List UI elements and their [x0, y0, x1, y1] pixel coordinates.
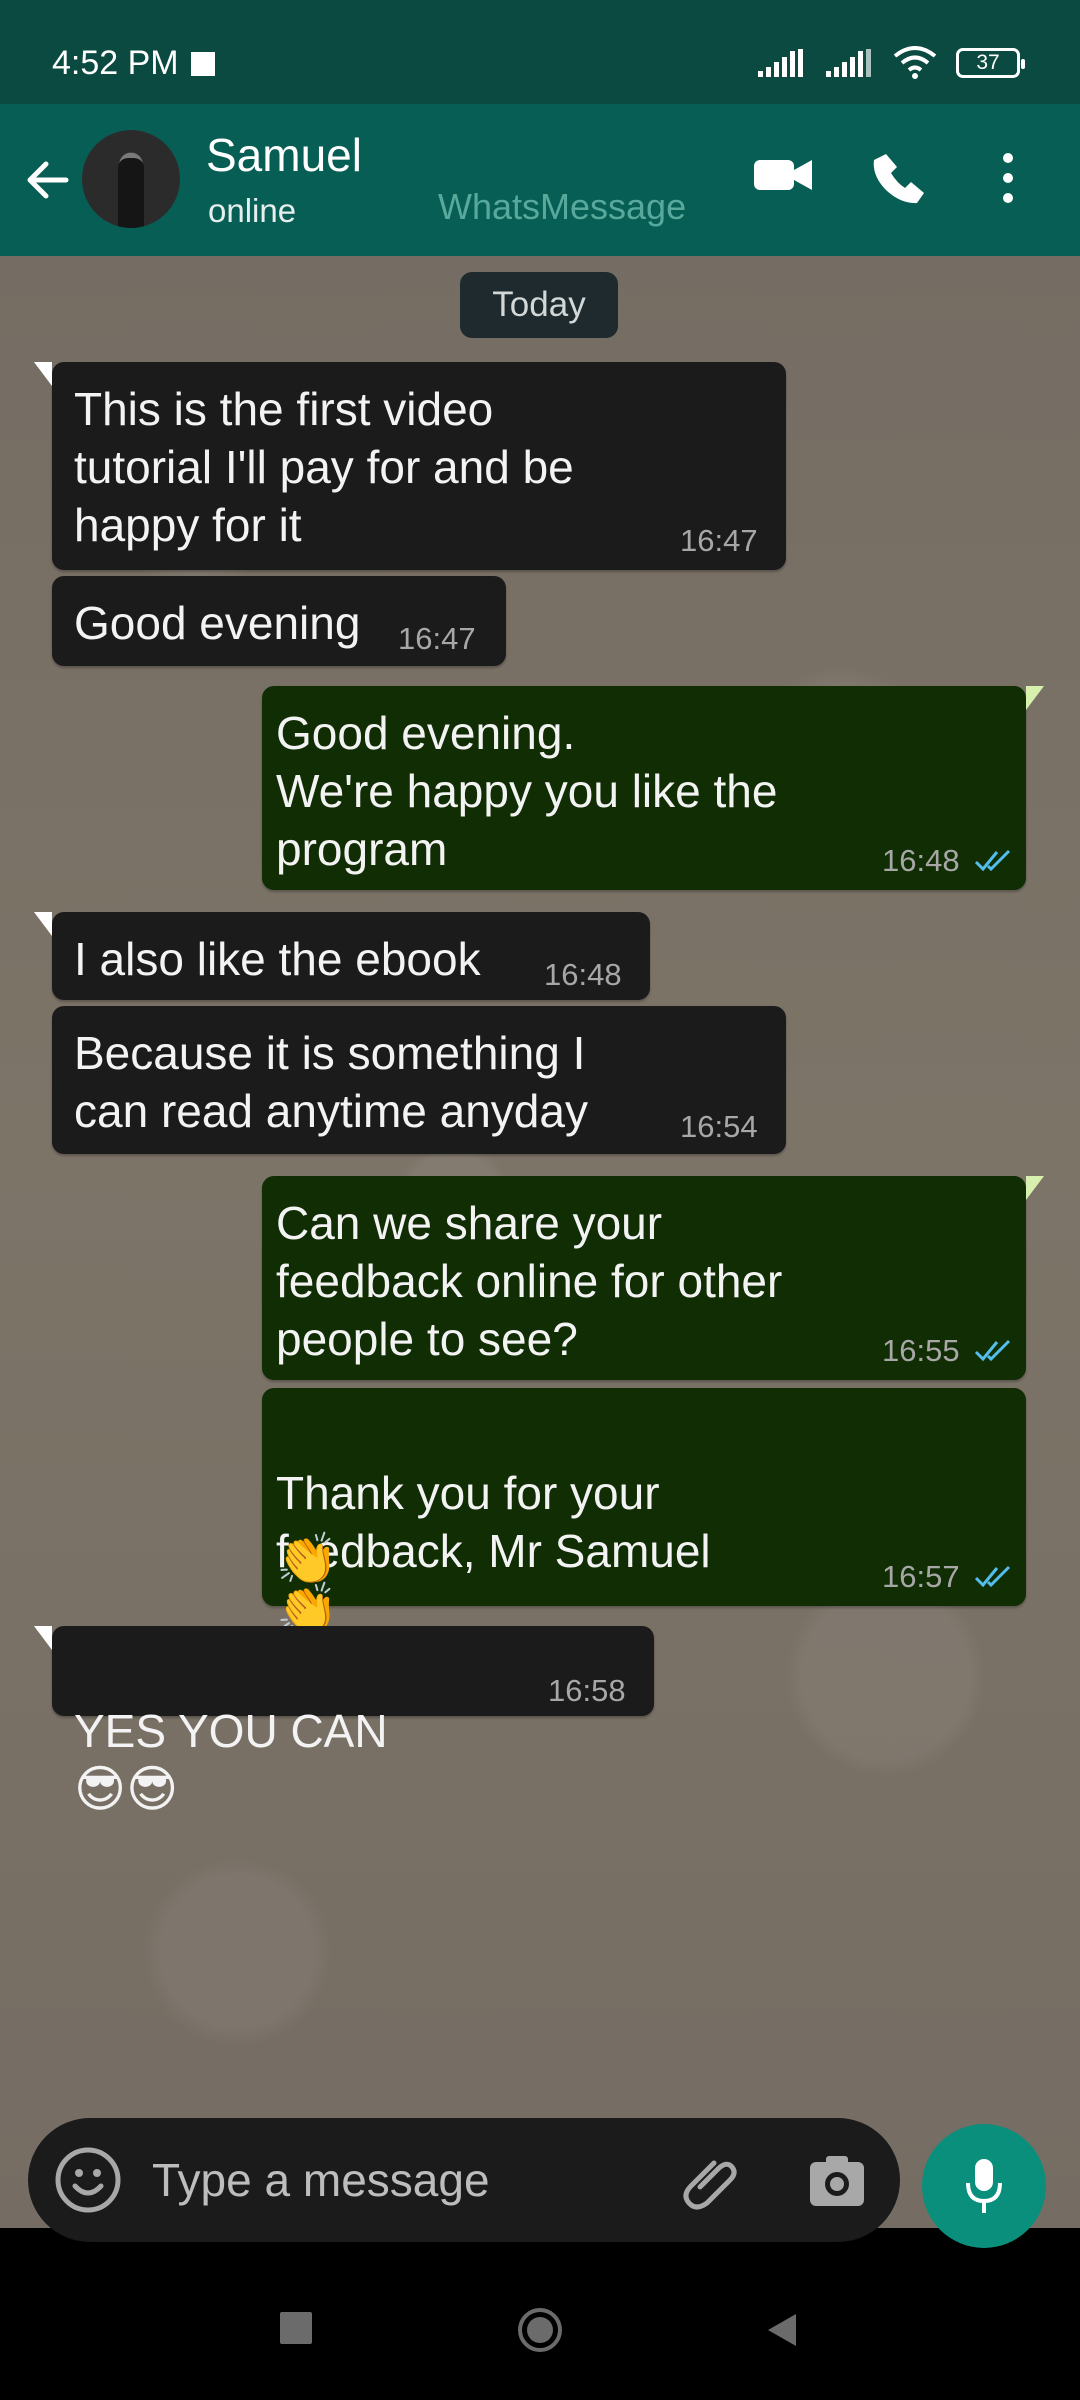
message-text-content: Thank you for your feedback, Mr Samuel [276, 1467, 711, 1577]
message-bubble-outgoing[interactable]: Thank you for your feedback, Mr Samuel 👏… [262, 1388, 1026, 1637]
camera-icon[interactable] [806, 2152, 868, 2212]
video-call-icon[interactable] [752, 150, 814, 200]
message-bubble-incoming[interactable]: This is the first video tutorial I'll pa… [34, 362, 786, 570]
message-time: 16:47 [680, 523, 758, 558]
message-bubble-outgoing[interactable]: Good evening. We're happy you like the p… [262, 686, 1044, 890]
message-text: This is the first video tutorial I'll pa… [74, 383, 574, 551]
chat-area[interactable]: Today This is the first video tutorial I… [0, 256, 1080, 2228]
message-time: 16:55 [882, 1333, 960, 1368]
message-text-content: YES YOU CAN [74, 1705, 388, 1757]
message-text: Because it is something I can read anyti… [74, 1027, 588, 1137]
sunglasses-emoji: 😎😎 [74, 1761, 179, 1817]
recent-apps-icon[interactable] [280, 2312, 312, 2344]
read-receipt-icon [974, 1339, 1011, 1362]
message-text: Good evening. We're happy you like the p… [276, 707, 778, 875]
message-time: 16:58 [548, 1673, 626, 1708]
contact-name[interactable]: Samuel [206, 128, 362, 182]
back-arrow-icon[interactable] [22, 150, 74, 210]
back-icon[interactable] [762, 2310, 802, 2350]
message-text: Good evening [74, 597, 361, 649]
message-bubble-incoming[interactable]: Good evening 16:47 [52, 576, 506, 666]
attachment-icon[interactable] [680, 2152, 740, 2212]
message-time: 16:54 [680, 1109, 758, 1144]
notification-square-icon [190, 51, 215, 76]
message-time: 16:48 [882, 843, 960, 878]
microphone-button[interactable] [922, 2124, 1046, 2248]
date-separator: Today [460, 272, 618, 338]
status-time: 4:52 PM [52, 44, 179, 82]
home-icon[interactable] [516, 2306, 564, 2354]
message-text: Can we share your feedback online for ot… [276, 1197, 783, 1365]
wifi-icon [893, 46, 937, 79]
battery-level: 37 [976, 51, 1000, 74]
signal-icon [826, 49, 871, 77]
microphone-icon [966, 2159, 1002, 2213]
message-composer [28, 2118, 900, 2242]
status-icons: 37 [756, 46, 1025, 80]
message-text: Thank you for your feedback, Mr Samuel 👏 [276, 1406, 836, 1639]
status-bar: 4:52 PM 37 [0, 0, 1080, 104]
chat-header: Samuel online WhatsMessage [0, 104, 1080, 256]
message-bubble-incoming[interactable]: YES YOU CAN 😎😎 16:58 [34, 1626, 654, 1817]
message-time: 16:57 [882, 1559, 960, 1594]
status-time-group: 4:52 PM [52, 44, 215, 83]
message-bubble-outgoing[interactable]: Can we share your feedback online for ot… [262, 1176, 1044, 1380]
message-input[interactable] [152, 2148, 612, 2212]
system-navigation-bar [0, 2268, 1080, 2400]
battery-icon: 37 [956, 48, 1025, 78]
message-time: 16:47 [398, 621, 476, 656]
more-vertical-icon[interactable] [986, 146, 1030, 210]
message-time: 16:48 [544, 957, 622, 992]
phone-icon[interactable] [870, 148, 928, 206]
emoji-icon[interactable] [54, 2146, 122, 2214]
message-text: I also like the ebook [74, 933, 481, 985]
message-bubble-incoming[interactable]: Because it is something I can read anyti… [52, 1006, 786, 1154]
clapping-hands-emoji: 👏 [276, 1531, 339, 1587]
signal-icon [758, 49, 803, 77]
avatar[interactable] [82, 130, 180, 228]
app-watermark: WhatsMessage [438, 186, 687, 227]
read-receipt-icon [974, 849, 1011, 872]
read-receipt-icon [974, 1565, 1011, 1588]
contact-status: online [208, 192, 297, 229]
message-text: YES YOU CAN 😎😎 [74, 1644, 388, 1819]
message-bubble-incoming[interactable]: I also like the ebook 16:48 [34, 912, 650, 1000]
